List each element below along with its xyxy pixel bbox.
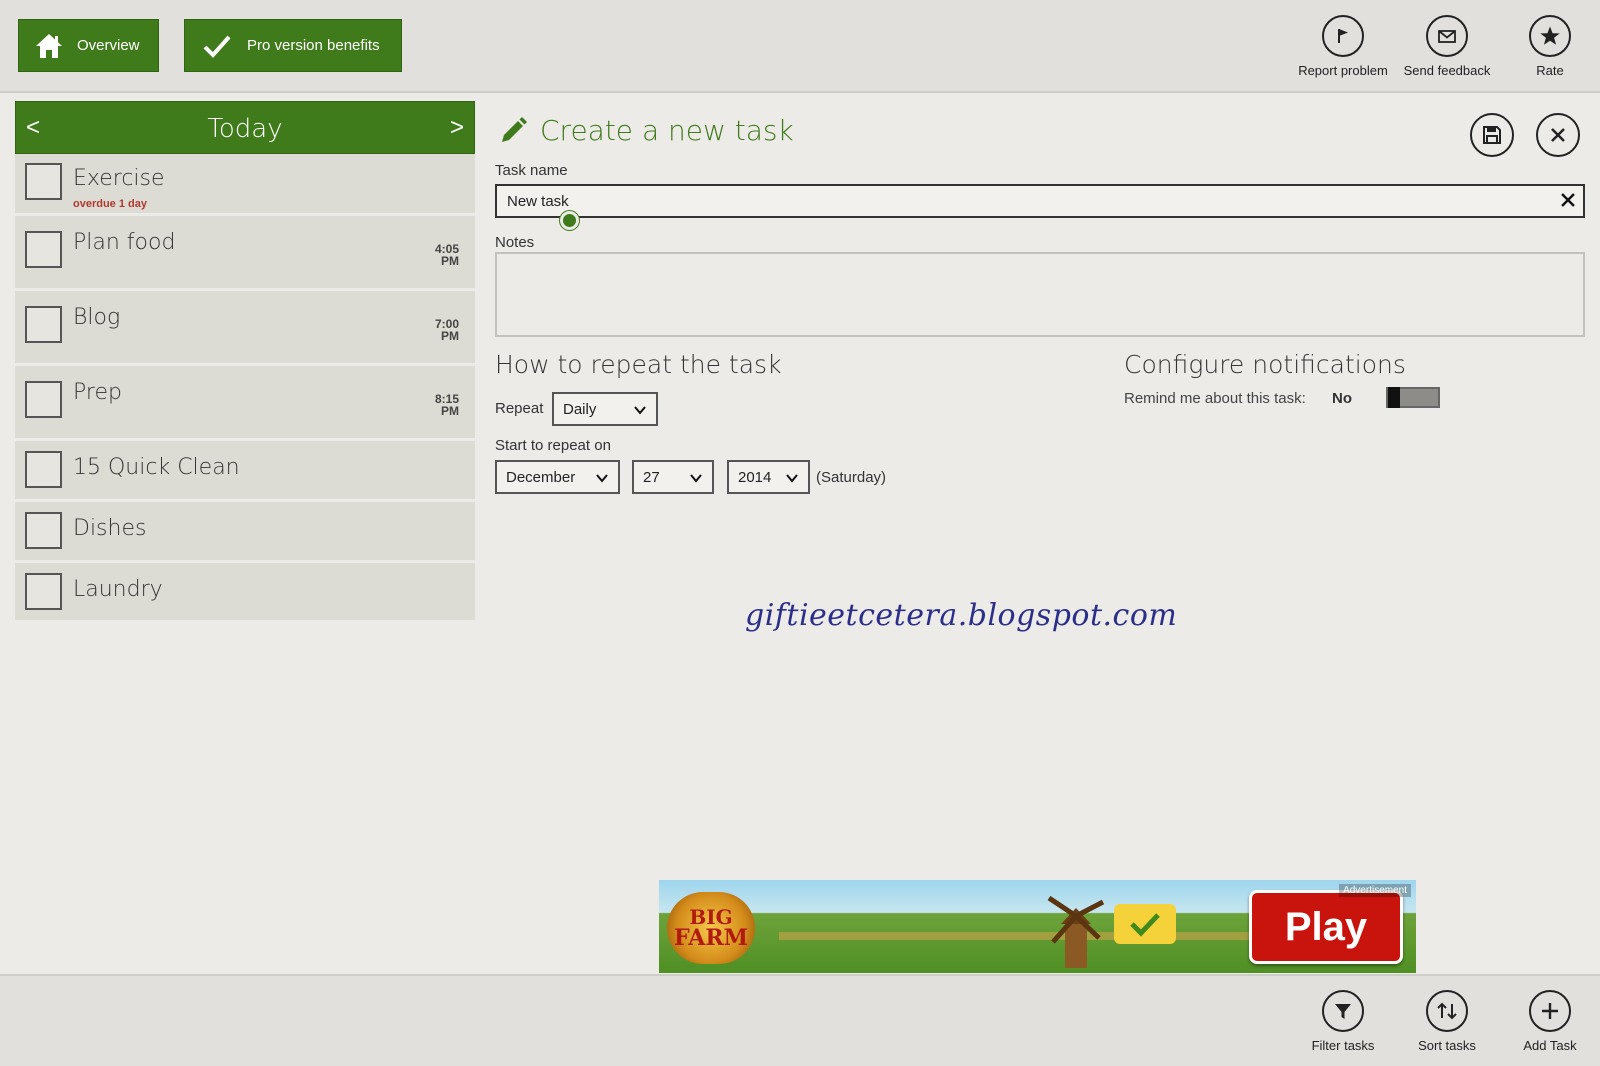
task-name: Blog: [73, 305, 121, 330]
next-day-button[interactable]: >: [450, 114, 464, 142]
form-title-text: Create a new task: [540, 114, 794, 147]
notifications-section-title: Configure notifications: [1124, 350, 1406, 379]
weekday-label: (Saturday): [816, 469, 887, 486]
task-name-input[interactable]: [495, 184, 1585, 218]
task-checkbox[interactable]: [25, 163, 62, 200]
task-checkbox[interactable]: [25, 512, 62, 549]
checkmark-icon: [201, 30, 233, 62]
task-name: Prep: [73, 380, 122, 405]
repeat-section-title: How to repeat the task: [495, 350, 782, 379]
start-month-select[interactable]: December: [495, 460, 620, 494]
filter-tasks-label: Filter tasks: [1311, 1038, 1375, 1053]
task-item[interactable]: Plan food 4:05 PM: [15, 216, 475, 291]
remind-value: No: [1332, 390, 1352, 407]
chevron-down-icon: [596, 474, 608, 483]
task-item[interactable]: Dishes: [15, 502, 475, 563]
filter-tasks-button[interactable]: Filter tasks: [1291, 990, 1395, 1053]
task-item[interactable]: 15 Quick Clean: [15, 441, 475, 502]
start-year-select[interactable]: 2014: [727, 460, 810, 494]
task-item[interactable]: Blog 7:00 PM: [15, 291, 475, 366]
add-task-label: Add Task: [1523, 1038, 1577, 1053]
ad-play-button[interactable]: Play: [1249, 890, 1403, 964]
top-app-bar: Overview Pro version benefits Report pro…: [0, 0, 1600, 93]
sort-tasks-label: Sort tasks: [1418, 1038, 1476, 1053]
repeat-label: Repeat: [495, 400, 544, 417]
overview-label: Overview: [77, 37, 140, 54]
day-title: Today: [207, 114, 283, 144]
overview-button[interactable]: Overview: [18, 19, 159, 72]
pencil-icon: [502, 116, 527, 142]
remind-toggle[interactable]: [1386, 387, 1440, 408]
clear-text-icon[interactable]: [1558, 190, 1578, 210]
task-name: Exercise: [73, 166, 165, 191]
text-cursor-handle[interactable]: [560, 211, 579, 230]
report-problem-label: Report problem: [1298, 63, 1388, 78]
start-day-value: 27: [643, 468, 660, 486]
rate-button[interactable]: Rate: [1498, 15, 1600, 78]
form-title: Create a new task: [498, 114, 794, 147]
task-time: 4:05 PM: [434, 242, 459, 268]
task-checkbox[interactable]: [25, 451, 62, 488]
task-item[interactable]: Laundry: [15, 563, 475, 623]
task-overdue-label: overdue 1 day: [73, 198, 147, 210]
task-checkbox[interactable]: [25, 573, 62, 610]
task-name: 15 Quick Clean: [73, 455, 240, 480]
task-name: Laundry: [73, 577, 163, 602]
close-icon: [1551, 128, 1565, 142]
send-feedback-button[interactable]: Send feedback: [1395, 15, 1499, 78]
sort-icon: [1426, 990, 1468, 1032]
rate-label: Rate: [1536, 63, 1564, 78]
task-name-label: Task name: [495, 162, 568, 179]
start-repeat-label: Start to repeat on: [495, 437, 611, 454]
filter-icon: [1322, 990, 1364, 1032]
notes-input[interactable]: [495, 252, 1585, 337]
task-item[interactable]: Exercise overdue 1 day: [15, 154, 475, 216]
task-name: Plan food: [73, 230, 176, 255]
task-time: 7:00 PM: [434, 317, 459, 343]
task-item[interactable]: Prep 8:15 PM: [15, 366, 475, 441]
remind-label: Remind me about this task:: [1124, 390, 1306, 407]
task-list: Exercise overdue 1 day Plan food 4:05 PM …: [15, 154, 475, 623]
task-checkbox[interactable]: [25, 381, 62, 418]
start-year-value: 2014: [738, 468, 772, 486]
ad-field-graphic: [779, 932, 1259, 940]
chevron-down-icon: [634, 406, 646, 415]
sort-tasks-button[interactable]: Sort tasks: [1395, 990, 1499, 1053]
blog-watermark: giftieetcetera.blogspot.com: [745, 598, 1178, 633]
plus-icon: [1529, 990, 1571, 1032]
advertisement-banner[interactable]: BIG FARM Play Advertisement: [659, 880, 1416, 973]
windmill-icon: [1047, 895, 1105, 968]
home-icon: [33, 30, 65, 62]
save-icon: [1483, 126, 1501, 144]
bottom-app-bar: Filter tasks Sort tasks Add Task: [0, 974, 1600, 1066]
pro-benefits-button[interactable]: Pro version benefits: [184, 19, 402, 72]
flag-icon: [1322, 15, 1364, 57]
day-header: < Today >: [15, 101, 475, 154]
chevron-down-icon: [786, 474, 798, 483]
task-time: 8:15 PM: [434, 392, 459, 418]
save-button[interactable]: [1470, 113, 1514, 157]
star-icon: [1529, 15, 1571, 57]
repeat-select[interactable]: Daily: [552, 392, 658, 426]
send-feedback-label: Send feedback: [1403, 63, 1491, 78]
big-farm-logo: BIG FARM: [667, 892, 755, 964]
envelope-icon: [1426, 15, 1468, 57]
chevron-down-icon: [690, 474, 702, 483]
task-checkbox[interactable]: [25, 306, 62, 343]
toggle-knob: [1388, 387, 1400, 408]
task-checkbox[interactable]: [25, 231, 62, 268]
ad-check-icon: [1114, 904, 1176, 944]
ad-tag: Advertisement: [1339, 884, 1411, 897]
close-button[interactable]: [1536, 113, 1580, 157]
start-month-value: December: [506, 468, 576, 486]
add-task-button[interactable]: Add Task: [1498, 990, 1600, 1053]
start-day-select[interactable]: 27: [632, 460, 714, 494]
repeat-select-value: Daily: [563, 400, 597, 418]
notes-label: Notes: [495, 234, 535, 251]
report-problem-button[interactable]: Report problem: [1291, 15, 1395, 78]
task-name: Dishes: [73, 516, 147, 541]
pro-benefits-label: Pro version benefits: [247, 37, 380, 54]
